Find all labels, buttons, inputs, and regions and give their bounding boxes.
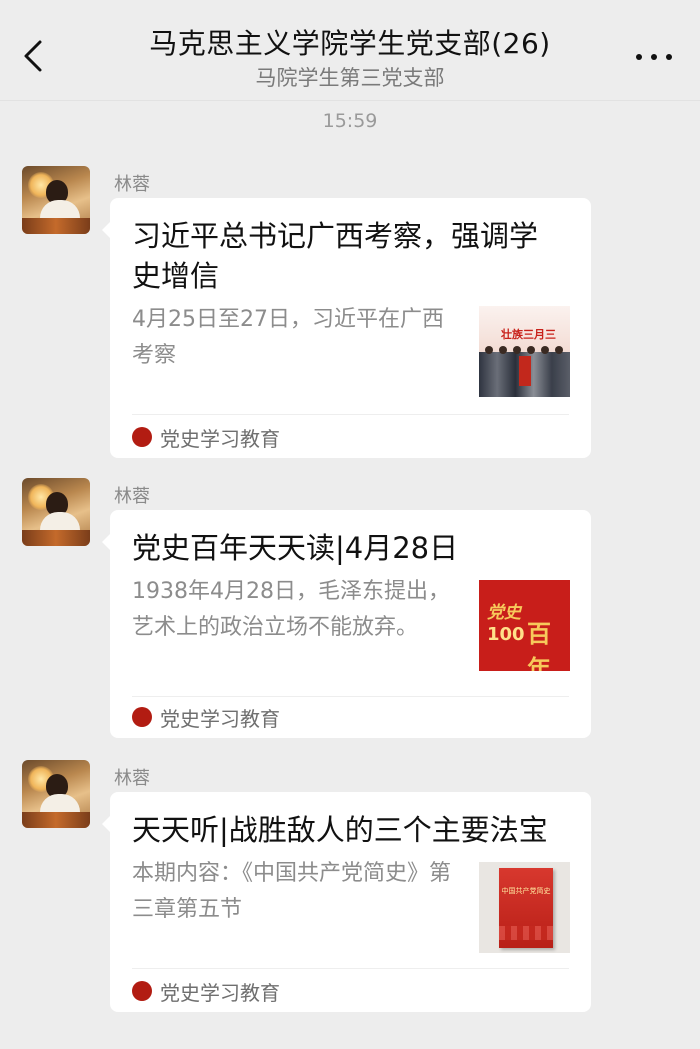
card-divider: [132, 696, 569, 697]
source-logo-icon: [132, 707, 152, 727]
avatar[interactable]: [22, 478, 90, 546]
source-logo-icon: [132, 427, 152, 447]
article-title: 天天听|战胜敌人的三个主要法宝: [132, 813, 548, 847]
article-card[interactable]: 天天听|战胜敌人的三个主要法宝 本期内容：《中国共产党简史》第三章第五节 中国共…: [102, 792, 591, 1012]
thumbnail-banner-text: 壮族三月三: [501, 328, 556, 341]
more-dot-icon: [666, 54, 672, 60]
card-divider: [132, 968, 569, 969]
sender-name: 林蓉: [114, 486, 150, 507]
more-dot-icon: [651, 54, 657, 60]
sender-name: 林蓉: [114, 174, 150, 195]
chat-screen: 马克思主义学院学生党支部(26) 马院学生第三党支部 15:59 林蓉 习近平总…: [0, 0, 700, 1049]
article-description: 1938年4月28日，毛泽东提出，艺术上的政治立场不能放弃。: [132, 579, 450, 640]
message-timestamp: 15:59: [322, 110, 378, 132]
article-description: 本期内容：《中国共产党简史》第三章第五节: [132, 861, 452, 922]
more-options-button[interactable]: [636, 50, 672, 64]
article-source[interactable]: 党史学习教育: [132, 424, 280, 451]
article-thumbnail: 壮族三月三: [479, 306, 570, 397]
article-source[interactable]: 党史学习教育: [132, 978, 280, 1005]
article-description: 4月25日至27日，习近平在广西考察: [132, 307, 444, 368]
article-title: 习近平总书记广西考察，强调学史增信: [132, 219, 539, 293]
thumbnail-text: 百年: [527, 620, 551, 671]
article-card[interactable]: 习近平总书记广西考察，强调学史增信 4月25日至27日，习近平在广西考察 壮族三…: [102, 198, 591, 458]
article-source[interactable]: 党史学习教育: [132, 704, 280, 731]
avatar[interactable]: [22, 166, 90, 234]
avatar[interactable]: [22, 760, 90, 828]
article-card[interactable]: 党史百年天天读|4月28日 1938年4月28日，毛泽东提出，艺术上的政治立场不…: [102, 510, 591, 738]
article-title: 党史百年天天读|4月28日: [132, 531, 459, 565]
source-name: 党史学习教育: [160, 706, 280, 731]
source-logo-icon: [132, 981, 152, 1001]
more-dot-icon: [636, 54, 642, 60]
card-divider: [132, 414, 569, 415]
article-thumbnail: 中国共产党简史: [479, 862, 570, 953]
chat-subtitle: 马院学生第三党支部: [255, 66, 445, 90]
sender-name: 林蓉: [114, 768, 150, 789]
chat-title: 马克思主义学院学生党支部(26): [149, 27, 551, 60]
source-name: 党史学习教育: [160, 980, 280, 1005]
article-thumbnail: 党史 100 百年: [479, 580, 570, 671]
chat-header: 马克思主义学院学生党支部(26) 马院学生第三党支部: [0, 0, 700, 101]
thumbnail-number: 100: [487, 624, 525, 645]
book-cover: 中国共产党简史: [499, 868, 553, 948]
book-title: 中国共产党简史: [501, 887, 551, 895]
source-name: 党史学习教育: [160, 426, 280, 451]
thumbnail-text: 党史: [487, 603, 521, 623]
